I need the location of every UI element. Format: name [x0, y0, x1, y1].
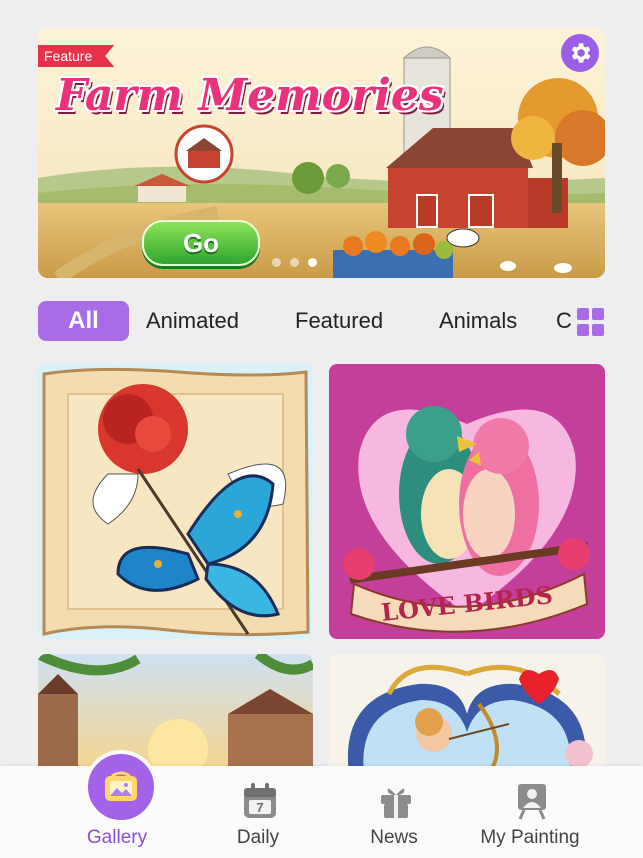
gallery-icon: [84, 750, 158, 824]
pager-dot-active[interactable]: [308, 258, 317, 267]
banner-pager: [272, 258, 317, 267]
artwork-card-rose-butterfly[interactable]: [38, 364, 313, 639]
easel-icon: [518, 784, 546, 820]
gift-icon: [381, 788, 411, 818]
rose-butterfly-artwork: [38, 364, 313, 639]
tab-animated[interactable]: Animated: [146, 301, 239, 341]
pager-dot[interactable]: [290, 258, 299, 267]
nav-gallery-label: Gallery: [86, 827, 148, 848]
nav-daily-label: Daily: [236, 827, 280, 848]
artwork-card-cupid[interactable]: [329, 654, 605, 774]
gear-icon: [571, 43, 591, 63]
love-birds-artwork: LOVE BIRDS: [329, 364, 605, 639]
category-tabs: All Animated Featured Animals C: [38, 301, 605, 341]
artwork-card-village[interactable]: [38, 654, 313, 774]
farm-illustration: [38, 28, 605, 278]
feature-tag: Feature: [38, 45, 115, 67]
nav-my-painting-label: My Painting: [480, 827, 580, 848]
cupid-artwork: [329, 654, 605, 774]
nav-news[interactable]: News: [334, 766, 454, 858]
go-button[interactable]: Go: [142, 220, 260, 266]
tab-featured[interactable]: Featured: [295, 301, 383, 341]
nav-daily[interactable]: 7 Daily: [198, 766, 318, 858]
nav-news-label: News: [370, 827, 418, 848]
pager-dot[interactable]: [272, 258, 281, 267]
grid-view-icon[interactable]: [575, 308, 605, 336]
tab-animals[interactable]: Animals: [439, 301, 517, 341]
featured-banner[interactable]: Feature Farm Memories Go: [38, 28, 605, 278]
nav-gallery[interactable]: Gallery: [57, 750, 177, 858]
calendar-date: 7: [256, 800, 263, 815]
settings-button[interactable]: [561, 34, 599, 72]
tab-partial[interactable]: C: [556, 301, 572, 341]
calendar-icon: 7: [244, 783, 276, 818]
tab-all[interactable]: All: [38, 301, 129, 341]
village-artwork: [38, 654, 313, 774]
bottom-navigation: Gallery 7 Daily News My Painting: [0, 750, 643, 858]
banner-title: Farm Memories: [56, 70, 444, 121]
artwork-card-love-birds[interactable]: LOVE BIRDS: [329, 364, 605, 639]
nav-my-painting[interactable]: My Painting: [470, 766, 590, 858]
